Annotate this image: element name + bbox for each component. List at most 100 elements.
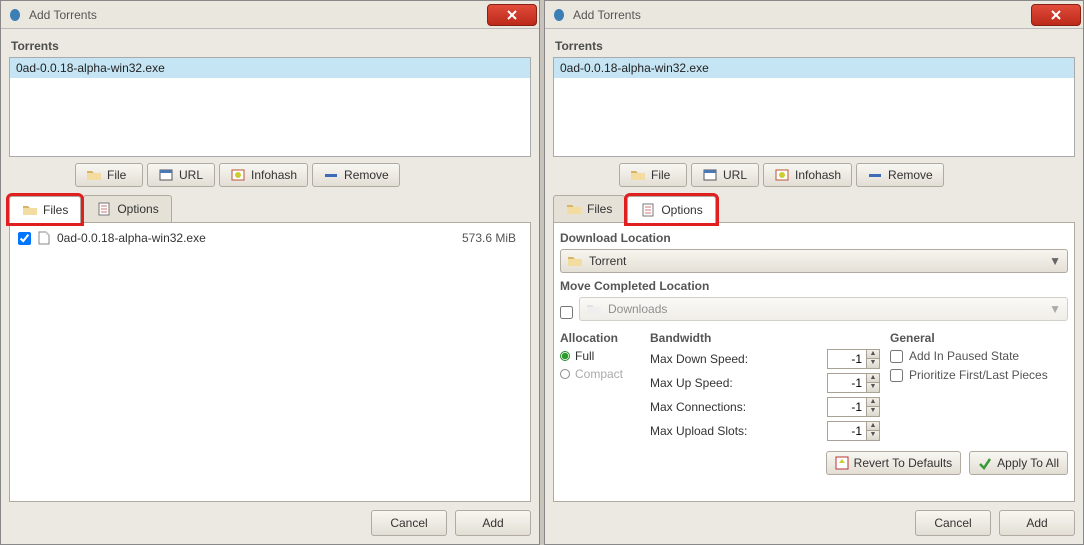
cancel-button[interactable]: Cancel [371, 510, 447, 536]
file-name: 0ad-0.0.18-alpha-win32.exe [57, 231, 462, 245]
dialog-body: Torrents 0ad-0.0.18-alpha-win32.exe File… [1, 29, 539, 544]
add-torrents-dialog-left: Add Torrents Torrents 0ad-0.0.18-alpha-w… [0, 0, 540, 545]
bw-label: Max Up Speed: [650, 376, 827, 390]
remove-button[interactable]: Remove [312, 163, 400, 187]
radio-label: Full [575, 349, 594, 363]
max-connections-spinner[interactable]: ▲▼ [827, 397, 880, 417]
tab-label: Options [661, 203, 702, 217]
spinner-input[interactable] [827, 373, 867, 393]
cancel-button[interactable]: Cancel [915, 510, 991, 536]
max-connections-row: Max Connections: ▲▼ [650, 397, 880, 417]
tabs: Files Options [9, 195, 531, 223]
radio-selected-icon [560, 351, 570, 361]
spinner-input[interactable] [827, 349, 867, 369]
prioritize-checkbox[interactable] [890, 369, 903, 382]
file-include-checkbox[interactable] [18, 232, 31, 245]
options-icon [640, 202, 656, 218]
btn-label: File [651, 168, 670, 182]
btn-label: Apply To All [997, 456, 1059, 470]
max-down-speed-row: Max Down Speed: ▲▼ [650, 349, 880, 369]
btn-label: Infohash [795, 168, 841, 182]
move-completed-enable[interactable]: Downloads ▼ [560, 297, 1068, 327]
files-pane: 0ad-0.0.18-alpha-win32.exe 573.6 MiB [9, 223, 531, 502]
tab-options[interactable]: Options [627, 196, 715, 223]
revert-icon [835, 456, 849, 470]
prioritize-row[interactable]: Prioritize First/Last Pieces [890, 368, 1068, 382]
add-url-button[interactable]: URL [147, 163, 215, 187]
torrent-list[interactable]: 0ad-0.0.18-alpha-win32.exe [553, 57, 1075, 157]
options-pane: Download Location Torrent ▼ Move Complet… [553, 223, 1075, 502]
add-infohash-button[interactable]: Infohash [763, 163, 852, 187]
add-infohash-button[interactable]: Infohash [219, 163, 308, 187]
window-title: Add Torrents [573, 8, 1031, 22]
max-down-speed-spinner[interactable]: ▲▼ [827, 349, 880, 369]
tab-label: Files [43, 203, 68, 217]
max-up-speed-spinner[interactable]: ▲▼ [827, 373, 880, 393]
torrent-source-toolbar: File URL Infohash Remove [619, 163, 1075, 187]
dialog-buttons: Cancel Add [9, 510, 531, 536]
remove-button[interactable]: Remove [856, 163, 944, 187]
tab-files[interactable]: Files [9, 196, 81, 223]
btn-label: Remove [344, 168, 389, 182]
add-button[interactable]: Add [455, 510, 531, 536]
max-upload-slots-spinner[interactable]: ▲▼ [827, 421, 880, 441]
titlebar: Add Torrents [545, 1, 1083, 29]
bandwidth-header: Bandwidth [650, 331, 880, 345]
revert-defaults-button[interactable]: Revert To Defaults [826, 451, 962, 475]
torrent-list[interactable]: 0ad-0.0.18-alpha-win32.exe [9, 57, 531, 157]
add-torrents-dialog-right: Add Torrents Torrents 0ad-0.0.18-alpha-w… [544, 0, 1084, 545]
download-location-label: Download Location [560, 231, 1068, 245]
radio-unselected-icon [560, 369, 570, 379]
move-completed-value: Downloads [608, 302, 1049, 316]
torrents-section-title: Torrents [555, 39, 1075, 53]
tab-options[interactable]: Options [83, 195, 171, 222]
add-url-button[interactable]: URL [691, 163, 759, 187]
app-icon [7, 7, 23, 23]
spinner-input[interactable] [827, 397, 867, 417]
options-icon [96, 201, 112, 217]
checkmark-icon [978, 456, 992, 470]
add-file-button[interactable]: File [75, 163, 143, 187]
add-file-button[interactable]: File [619, 163, 687, 187]
spinner-down[interactable]: ▼ [867, 383, 879, 392]
remove-icon [323, 167, 339, 183]
spinner-up[interactable]: ▲ [867, 374, 879, 383]
apply-to-all-button[interactable]: Apply To All [969, 451, 1068, 475]
add-button[interactable]: Add [999, 510, 1075, 536]
add-paused-row[interactable]: Add In Paused State [890, 349, 1068, 363]
file-size: 573.6 MiB [462, 231, 516, 245]
close-button[interactable] [487, 4, 537, 26]
download-location-selector[interactable]: Torrent ▼ [560, 249, 1068, 273]
general-column: General Add In Paused State Prioritize F… [890, 331, 1068, 445]
spinner-down[interactable]: ▼ [867, 359, 879, 368]
close-button[interactable] [1031, 4, 1081, 26]
torrent-list-item[interactable]: 0ad-0.0.18-alpha-win32.exe [10, 58, 530, 78]
add-paused-checkbox[interactable] [890, 350, 903, 363]
folder-icon [567, 253, 583, 269]
spinner-up[interactable]: ▲ [867, 422, 879, 431]
move-completed-checkbox[interactable] [560, 306, 573, 319]
allocation-full-radio[interactable]: Full [560, 349, 640, 363]
spinner-input[interactable] [827, 421, 867, 441]
folder-icon [86, 167, 102, 183]
spinner-down[interactable]: ▼ [867, 431, 879, 440]
allocation-compact-radio[interactable]: Compact [560, 367, 640, 381]
spinner-up[interactable]: ▲ [867, 398, 879, 407]
file-row[interactable]: 0ad-0.0.18-alpha-win32.exe 573.6 MiB [16, 229, 524, 247]
bandwidth-column: Bandwidth Max Down Speed: ▲▼ Max Up Spee… [650, 331, 880, 445]
bw-label: Max Upload Slots: [650, 424, 827, 438]
move-completed-selector: Downloads ▼ [579, 297, 1068, 321]
torrent-list-item[interactable]: 0ad-0.0.18-alpha-win32.exe [554, 58, 1074, 78]
tab-files[interactable]: Files [553, 195, 625, 222]
allocation-header: Allocation [560, 331, 640, 345]
spinner-down[interactable]: ▼ [867, 407, 879, 416]
bw-label: Max Connections: [650, 400, 827, 414]
tab-label: Options [117, 202, 158, 216]
file-icon [37, 231, 51, 245]
folder-icon [586, 301, 602, 317]
move-completed-label: Move Completed Location [560, 279, 1068, 293]
folder-icon [630, 167, 646, 183]
folder-icon [22, 202, 38, 218]
tab-label: Files [587, 202, 612, 216]
spinner-up[interactable]: ▲ [867, 350, 879, 359]
